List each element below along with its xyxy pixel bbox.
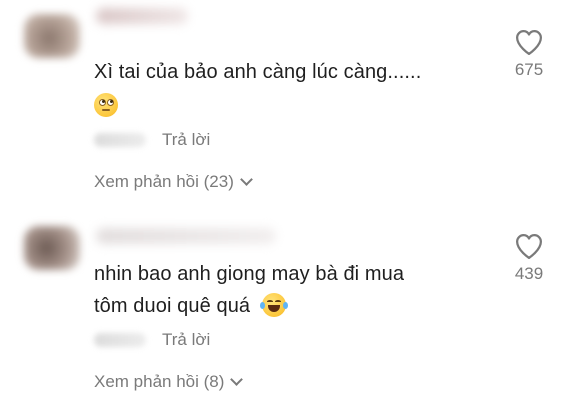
comment-meta: Trả lời (94, 130, 210, 150)
comment-emoji-line (94, 90, 421, 122)
avatar[interactable] (24, 14, 80, 58)
comment-text-line: tôm duoi quê quá (94, 290, 404, 322)
chevron-down-icon (240, 173, 253, 186)
comment-meta: Trả lời (94, 330, 210, 350)
username-blurred[interactable] (96, 8, 188, 24)
username-blurred[interactable] (96, 228, 276, 244)
comment-text: Xì tai của bảo anh càng lúc càng...... (94, 56, 421, 122)
like-count: 439 (514, 264, 544, 283)
rolling-eyes-emoji-icon (94, 93, 118, 117)
like-count: 675 (514, 60, 544, 79)
like-button[interactable]: 675 (508, 28, 550, 80)
comment-text: nhin bao anh giong may bà đi mua tôm duo… (94, 258, 404, 322)
comment-date-blurred (94, 133, 146, 147)
view-replies-label: Xem phản hồi (8) (94, 372, 225, 391)
comment-item: nhin bao anh giong may bà đi mua tôm duo… (0, 206, 580, 412)
comment-item: Xì tai của bảo anh càng lúc càng...... T… (0, 0, 580, 206)
view-replies-button[interactable]: Xem phản hồi (8) (94, 372, 244, 392)
comment-text-line: Xì tai của bảo anh càng lúc càng...... (94, 61, 422, 83)
avatar[interactable] (24, 226, 80, 270)
comment-date-blurred (94, 333, 146, 347)
view-replies-button[interactable]: Xem phản hồi (23) (94, 172, 253, 192)
heart-icon (516, 30, 542, 55)
view-replies-label: Xem phản hồi (23) (94, 172, 234, 191)
heart-icon (516, 234, 542, 259)
chevron-down-icon (230, 373, 244, 386)
comment-text-line: nhin bao anh giong may bà đi mua (94, 263, 405, 285)
like-button[interactable]: 439 (508, 232, 550, 284)
reply-button[interactable]: Trả lời (162, 330, 210, 350)
tears-of-joy-emoji-icon (259, 293, 288, 317)
reply-button[interactable]: Trả lời (162, 130, 210, 150)
comment-text-line2: tôm duoi quê quá (94, 295, 251, 317)
